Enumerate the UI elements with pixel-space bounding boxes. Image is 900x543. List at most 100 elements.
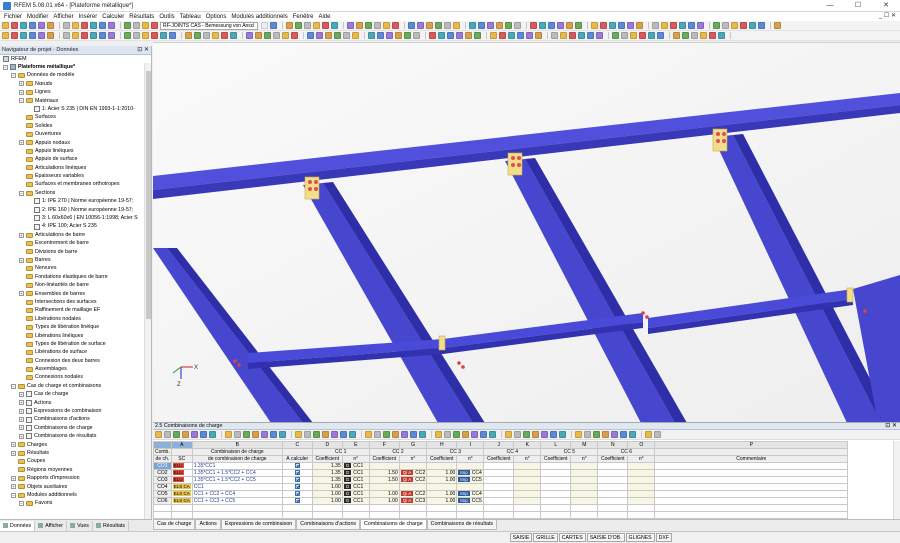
toolbar-button-icon[interactable] bbox=[160, 32, 167, 39]
table-row[interactable]: CO4 ELS CA CC1 1.00 G CC1 bbox=[153, 483, 849, 491]
menu-outils[interactable]: Outils bbox=[159, 14, 174, 20]
toolbar-button-icon[interactable] bbox=[609, 22, 616, 29]
toolbar-button-icon[interactable] bbox=[377, 32, 384, 39]
empty-cell[interactable] bbox=[483, 497, 515, 505]
menu-tableau[interactable]: Tableau bbox=[180, 14, 201, 20]
empty-cell[interactable] bbox=[483, 490, 515, 498]
toolbar-button-icon[interactable] bbox=[133, 22, 140, 29]
toolbar-button-icon[interactable] bbox=[670, 22, 677, 29]
calculate-cell[interactable] bbox=[281, 497, 313, 505]
empty-cell[interactable] bbox=[483, 462, 515, 470]
empty-cell[interactable] bbox=[368, 504, 400, 512]
coefficient-cell[interactable]: 1.00 bbox=[311, 483, 343, 491]
toolbar-button-icon[interactable] bbox=[169, 32, 176, 39]
toolbar-button-icon[interactable] bbox=[621, 32, 628, 39]
toolbar-button-icon[interactable] bbox=[11, 22, 18, 29]
empty-cell[interactable] bbox=[627, 476, 656, 484]
toolbar-button-icon[interactable] bbox=[661, 22, 668, 29]
toolbar-button-icon[interactable] bbox=[343, 32, 350, 39]
empty-cell[interactable] bbox=[191, 504, 283, 512]
toolbar-button-icon[interactable] bbox=[365, 22, 372, 29]
navigator-controls[interactable]: ⊡ ✕ bbox=[137, 46, 149, 55]
empty-cell[interactable] bbox=[597, 462, 629, 470]
sc-cell[interactable]: ELS CA bbox=[170, 497, 193, 505]
sheet-tab[interactable]: Combinaisons de charge bbox=[360, 520, 427, 530]
toolbar-button-icon[interactable] bbox=[212, 32, 219, 39]
tree-expander-icon[interactable]: + bbox=[19, 140, 24, 146]
table-toolbar-button-icon[interactable] bbox=[541, 431, 548, 438]
coefficient-cell[interactable]: 1.00 bbox=[426, 469, 458, 477]
sheet-tab[interactable]: Combinaisons de résultats bbox=[426, 520, 498, 530]
toolbar-button-icon[interactable] bbox=[347, 22, 354, 29]
col-letter-i[interactable]: I bbox=[456, 441, 485, 449]
empty-cell[interactable] bbox=[627, 490, 656, 498]
toolbar-button-icon[interactable] bbox=[648, 32, 655, 39]
toolbar-button-icon[interactable] bbox=[691, 32, 698, 39]
sc-cell[interactable]: ELU bbox=[170, 469, 193, 477]
toolbar-button-icon[interactable] bbox=[697, 22, 704, 29]
calculate-cell[interactable] bbox=[281, 462, 313, 470]
menu-afficher[interactable]: Afficher bbox=[53, 14, 73, 20]
navigator-scrollbar[interactable] bbox=[144, 63, 151, 519]
toolbar-button-icon[interactable] bbox=[490, 32, 497, 39]
tree-expander-icon[interactable]: + bbox=[19, 425, 24, 431]
toolbar-button-icon[interactable] bbox=[20, 32, 27, 39]
table-toolbar-button-icon[interactable] bbox=[550, 431, 557, 438]
table-toolbar-button-icon[interactable] bbox=[514, 431, 521, 438]
col-letter-j[interactable]: J bbox=[483, 441, 515, 449]
toolbar-button-icon[interactable] bbox=[526, 32, 533, 39]
toolbar-button-icon[interactable] bbox=[246, 32, 253, 39]
toolbar-button-icon[interactable] bbox=[639, 32, 646, 39]
joint-plate-4[interactable] bbox=[438, 335, 446, 351]
tree-item[interactable]: + Lignes bbox=[0, 88, 144, 96]
coefficient-cell[interactable] bbox=[426, 462, 458, 470]
tree-item[interactable]: Assemblages bbox=[0, 365, 144, 373]
empty-cell[interactable] bbox=[281, 504, 313, 512]
toolbar-button-icon[interactable] bbox=[438, 32, 445, 39]
tree-expander-icon[interactable]: + bbox=[19, 232, 24, 238]
table-toolbar-button-icon[interactable] bbox=[602, 431, 609, 438]
comment-cell[interactable] bbox=[654, 490, 849, 498]
toolbar-button-icon[interactable] bbox=[444, 22, 451, 29]
tree-item[interactable]: − Sections bbox=[0, 189, 144, 197]
tree-item[interactable]: + Objets auxiliaires bbox=[0, 483, 144, 491]
table-toolbar-button-icon[interactable] bbox=[453, 431, 460, 438]
tree-item[interactable]: − Modules additionnels bbox=[0, 491, 144, 499]
tree-expander-icon[interactable]: − bbox=[19, 190, 24, 196]
toolbar-button-icon[interactable] bbox=[395, 32, 402, 39]
table-toolbar-button-icon[interactable] bbox=[505, 431, 512, 438]
calculate-cell[interactable] bbox=[281, 476, 313, 484]
toolbar-button-icon[interactable] bbox=[29, 32, 36, 39]
tree-item[interactable]: Appuis linéiques bbox=[0, 147, 144, 155]
tree-item[interactable]: Régions moyennes bbox=[0, 466, 144, 474]
toolbar-button-icon[interactable] bbox=[356, 22, 363, 29]
toolbar-button-icon[interactable] bbox=[352, 32, 359, 39]
empty-cell[interactable] bbox=[627, 462, 656, 470]
toolbar-button-icon[interactable] bbox=[657, 32, 664, 39]
col-letter-a[interactable]: A bbox=[170, 441, 193, 449]
tree-item[interactable]: Types de libération linéique bbox=[0, 323, 144, 331]
tree-expander-icon[interactable]: + bbox=[19, 417, 24, 423]
col-letter-g[interactable]: G bbox=[398, 441, 428, 449]
toolbar-button-icon[interactable] bbox=[652, 22, 659, 29]
tree-item[interactable]: Types de libération de surface bbox=[0, 340, 144, 348]
tree-expander-icon[interactable]: + bbox=[19, 408, 24, 414]
toolbar-button-icon[interactable] bbox=[374, 22, 381, 29]
tree-expander-icon[interactable]: + bbox=[11, 484, 16, 490]
table-toolbar-button-icon[interactable] bbox=[173, 431, 180, 438]
panel-controls[interactable]: ⊡ ✕ bbox=[885, 423, 897, 430]
combination-cell[interactable]: CC1 + CC3 + CC5 bbox=[191, 497, 283, 505]
tree-item[interactable]: + Rapports d'impression bbox=[0, 474, 144, 482]
toolbar-button-icon[interactable] bbox=[2, 22, 9, 29]
empty-cell[interactable] bbox=[540, 504, 572, 512]
loadcase-cell[interactable] bbox=[456, 462, 485, 470]
coefficient-cell[interactable]: 1.00 bbox=[426, 490, 458, 498]
comment-cell[interactable] bbox=[654, 497, 849, 505]
toolbar-button-icon[interactable] bbox=[264, 32, 271, 39]
toolbar-button-icon[interactable] bbox=[718, 32, 725, 39]
toolbar-button-icon[interactable] bbox=[38, 22, 45, 29]
tree-item[interactable]: + Combinaisons de charge bbox=[0, 424, 144, 432]
toolbar-button-icon[interactable] bbox=[368, 32, 375, 39]
tree-expander-icon[interactable]: + bbox=[11, 442, 16, 448]
toolbar-button-icon[interactable] bbox=[334, 32, 341, 39]
